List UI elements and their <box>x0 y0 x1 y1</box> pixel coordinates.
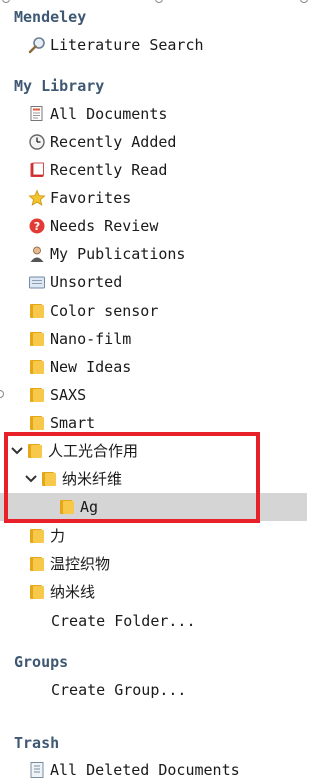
tray-icon <box>28 273 46 291</box>
folder-icon <box>28 302 46 320</box>
folder-item-expanded[interactable]: 纳米纤维 <box>0 465 307 493</box>
create-group-label: Create Group... <box>51 681 187 699</box>
folder-icon <box>26 442 44 460</box>
folder-item[interactable]: 纳米线 <box>0 578 307 606</box>
question-icon: ? <box>28 217 46 235</box>
folder-label: 人工光合作用 <box>48 442 139 460</box>
folder-icon <box>28 414 46 432</box>
folder-label: 纳米纤维 <box>62 470 123 488</box>
resize-handle[interactable] <box>155 0 163 3</box>
folder-label: New Ideas <box>50 358 132 376</box>
folder-icon <box>28 527 46 545</box>
resize-handle[interactable] <box>2 0 10 3</box>
folder-item[interactable]: Color sensor <box>0 297 307 325</box>
section-my-library-title: My Library <box>14 77 105 95</box>
folder-item[interactable]: Smart <box>0 409 307 437</box>
sidebar-item-label: Unsorted <box>50 273 123 291</box>
sidebar-item-literature-search[interactable]: Literature Search <box>0 31 307 59</box>
folder-label: Nano-film <box>50 330 132 348</box>
create-folder-button[interactable]: Create Folder... <box>0 607 307 635</box>
sidebar-item-needs-review[interactable]: ? Needs Review <box>0 212 307 240</box>
section-groups-title: Groups <box>14 653 69 671</box>
folder-item[interactable]: SAXS <box>0 381 307 409</box>
svg-text:?: ? <box>34 220 40 233</box>
section-mendeley-title: Mendeley <box>14 8 87 26</box>
folder-label: 纳米线 <box>50 583 96 601</box>
folder-icon <box>28 386 46 404</box>
sidebar-item-recently-added[interactable]: Recently Added <box>0 128 307 156</box>
folder-icon <box>58 498 76 516</box>
book-icon <box>28 161 46 179</box>
star-icon <box>28 189 46 207</box>
folder-item-selected[interactable]: Ag <box>0 493 307 521</box>
sidebar-item-favorites[interactable]: Favorites <box>0 184 307 212</box>
folder-item[interactable]: 力 <box>0 522 307 550</box>
folder-icon <box>40 470 58 488</box>
folder-icon <box>28 330 46 348</box>
folder-item[interactable]: Nano-film <box>0 325 307 353</box>
folder-label: Color sensor <box>50 302 159 320</box>
folder-item[interactable]: New Ideas <box>0 353 307 381</box>
sidebar-item-all-documents[interactable]: All Documents <box>0 100 307 128</box>
sidebar-item-label: All Documents <box>50 105 168 123</box>
trash-icon <box>28 761 46 779</box>
section-trash-title: Trash <box>14 734 60 752</box>
person-icon <box>28 245 46 263</box>
documents-icon <box>28 105 46 123</box>
folder-label: SAXS <box>50 386 87 404</box>
clock-icon <box>28 133 46 151</box>
folder-icon <box>28 358 46 376</box>
chevron-down-icon[interactable] <box>24 470 38 488</box>
sidebar-item-my-publications[interactable]: My Publications <box>0 240 307 268</box>
folder-label: Smart <box>50 414 96 432</box>
create-folder-label: Create Folder... <box>51 612 196 630</box>
search-icon <box>28 36 46 54</box>
sidebar-item-recently-read[interactable]: Recently Read <box>0 156 307 184</box>
folder-icon <box>28 583 46 601</box>
resize-handle[interactable] <box>300 0 308 3</box>
sidebar-item-label: Recently Added <box>50 133 177 151</box>
sidebar-item-label: My Publications <box>50 245 186 263</box>
folder-item[interactable]: 温控织物 <box>0 550 307 578</box>
create-group-button[interactable]: Create Group... <box>0 676 307 704</box>
sidebar-item-label: Favorites <box>50 189 132 207</box>
folder-icon <box>28 555 46 573</box>
chevron-down-icon[interactable] <box>10 442 24 460</box>
folder-item-expanded[interactable]: 人工光合作用 <box>0 437 307 465</box>
folder-label: 力 <box>50 527 66 545</box>
sidebar-item-unsorted[interactable]: Unsorted <box>0 268 307 296</box>
folder-label: Ag <box>80 498 99 516</box>
folder-label: 温控织物 <box>50 555 111 573</box>
sidebar-item-label: Literature Search <box>50 36 204 54</box>
sidebar-item-label: All Deleted Documents <box>50 761 240 779</box>
sidebar-item-label: Needs Review <box>50 217 159 235</box>
sidebar-item-all-deleted[interactable]: All Deleted Documents <box>0 756 307 784</box>
sidebar-item-label: Recently Read <box>50 161 168 179</box>
